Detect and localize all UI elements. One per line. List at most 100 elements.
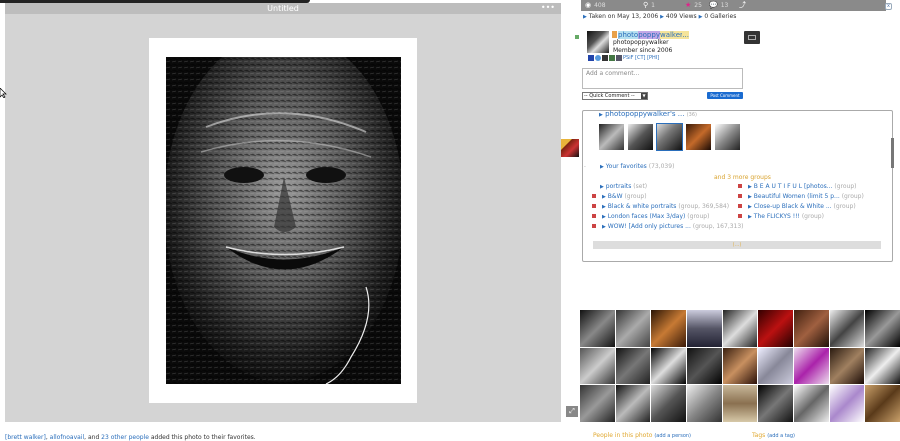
thumbnail[interactable] <box>686 124 711 150</box>
grid-thumb[interactable] <box>615 385 651 422</box>
badge-icon[interactable] <box>588 55 594 61</box>
member-since: Member since 2006 <box>613 47 673 54</box>
close-icon[interactable]: x <box>885 3 892 10</box>
group-item[interactable]: ▶ Beautiful Women (limit 5 p... (group) <box>738 193 864 200</box>
groups-expand-bar[interactable]: (...) <box>593 241 881 249</box>
add-person-link[interactable]: (add a person) <box>654 433 691 439</box>
faves-stat[interactable]: ★ 25 <box>685 0 702 11</box>
grid-thumb[interactable] <box>794 385 829 422</box>
grid-thumb[interactable] <box>865 347 900 385</box>
group-tag: (group) <box>834 183 857 190</box>
post-comment-button[interactable]: Post Comment <box>707 92 743 99</box>
photo-info-line: ▶ Taken on May 13, 2006 ▶ 409 Views ▶ 0 … <box>583 13 737 20</box>
thumbnail[interactable] <box>656 123 683 151</box>
grid-thumb[interactable] <box>580 347 615 385</box>
panel-scrollbar[interactable] <box>891 113 895 259</box>
your-favorites-link[interactable]: ▶ Your favorites (73,039) <box>600 163 674 170</box>
grid-thumb[interactable] <box>651 310 686 347</box>
grid-thumb[interactable] <box>758 385 793 422</box>
fav-suffix: added this photo to their favorites. <box>148 434 256 441</box>
grid-thumb[interactable] <box>865 385 900 422</box>
fav-user-link[interactable]: [brett walker] <box>5 434 46 441</box>
pushpin-icon: ⚲ <box>643 1 649 9</box>
photostream-title[interactable]: ▶ photopoppywalker's ... (36) <box>599 110 697 118</box>
your-favorites-count: (73,039) <box>648 163 675 170</box>
grid-thumb[interactable] <box>651 347 686 385</box>
grid-thumb[interactable] <box>829 310 865 347</box>
thumbnail[interactable] <box>599 124 624 150</box>
tags-section: Tags (add a tag) <box>752 432 795 439</box>
avatar[interactable] <box>587 31 609 53</box>
grid-thumb[interactable] <box>687 347 722 385</box>
owner-name-part: poppy <box>638 31 660 39</box>
grid-thumb[interactable] <box>580 310 615 347</box>
group-tag: (group, 369,584) <box>678 203 730 210</box>
group-item[interactable]: ▶ B E A U T I F U L [photos... (group) <box>738 183 857 190</box>
comment-icon: 💬 <box>709 1 718 9</box>
eye-icon: ◉ <box>585 1 592 9</box>
portrait-photo[interactable] <box>166 57 401 384</box>
fav-sep: , and <box>84 434 102 441</box>
grid-thumb[interactable] <box>615 347 651 385</box>
views-stat[interactable]: ◉ 408 <box>585 0 606 11</box>
group-tag: (group) <box>833 203 856 210</box>
group-item[interactable]: ▶ WOW! [Add only pictures ... (group, 16… <box>592 223 744 230</box>
grid-thumb[interactable] <box>794 310 829 347</box>
views-text: 409 Views <box>665 13 697 20</box>
badge-icon[interactable] <box>609 55 615 61</box>
group-label: portraits <box>605 183 632 190</box>
photo-stage <box>5 14 561 422</box>
grid-thumb[interactable] <box>829 385 865 422</box>
grid-thumb[interactable] <box>580 385 615 422</box>
group-item[interactable]: ▶ B&W (group) <box>592 193 647 200</box>
thumbnail[interactable] <box>715 124 740 150</box>
grid-thumb[interactable] <box>829 347 865 385</box>
quick-comment-value: -- Quick Comment -- <box>584 93 635 99</box>
pins-stat[interactable]: ⚲ 1 <box>643 0 655 11</box>
more-groups-link[interactable]: and 3 more groups <box>714 174 771 181</box>
grid-thumb[interactable] <box>865 310 900 347</box>
chevron-down-icon: ▼ <box>641 93 647 99</box>
faves-count: 25 <box>694 2 702 9</box>
mail-icon[interactable] <box>744 31 760 44</box>
badge-icon[interactable] <box>602 55 608 61</box>
grid-thumb[interactable] <box>615 310 651 347</box>
fav-others-link[interactable]: 23 other people <box>101 434 149 441</box>
grid-thumb[interactable] <box>722 347 758 385</box>
current-photo-thumb[interactable] <box>561 139 579 157</box>
grid-thumb[interactable] <box>758 347 793 385</box>
fav-user-link[interactable]: allofnoavail <box>50 434 85 441</box>
group-item[interactable]: ▶ portraits (set) <box>600 183 647 190</box>
galleries-text[interactable]: 0 Galleries <box>704 13 736 20</box>
group-item[interactable]: ▶ London faces (Max 3/day) (group) <box>592 213 709 220</box>
badge-icon[interactable] <box>595 55 601 61</box>
more-options-icon[interactable]: ••• <box>541 3 555 13</box>
badge-labels[interactable]: PSiF [CT] [PHI] <box>623 55 659 61</box>
share-icon: ⤴ <box>739 1 746 9</box>
share-stat[interactable]: ⤴ <box>739 0 749 11</box>
pins-count: 1 <box>651 2 655 9</box>
photo-viewer: Untitled ••• [brett walker], allofnoavai… <box>0 0 561 441</box>
grid-thumb[interactable] <box>794 347 829 385</box>
expand-icon[interactable]: ⤢ <box>566 406 578 417</box>
badge-icon[interactable] <box>616 55 622 61</box>
grid-thumb[interactable] <box>722 385 758 422</box>
quick-comment-select[interactable]: -- Quick Comment -- ▼ <box>582 92 648 100</box>
group-label: Close-up Black & White ... <box>753 203 832 210</box>
group-item[interactable]: ▶ The FLICKYS !!! (group) <box>738 213 824 220</box>
thumbnail[interactable] <box>628 124 653 150</box>
add-tag-link[interactable]: (add a tag) <box>767 433 795 439</box>
favorites-grid <box>580 310 900 422</box>
comment-input[interactable]: Add a comment... <box>582 68 743 89</box>
group-tag: (group) <box>841 193 864 200</box>
grid-thumb[interactable] <box>651 385 686 422</box>
group-item[interactable]: ▶ Black & white portraits (group, 369,58… <box>592 203 729 210</box>
grid-thumb[interactable] <box>687 385 722 422</box>
grid-thumb[interactable] <box>758 310 793 347</box>
grid-thumb[interactable] <box>722 310 758 347</box>
grid-thumb[interactable] <box>687 310 722 347</box>
comments-stat[interactable]: 💬 13 <box>709 0 728 11</box>
group-label: B&W <box>607 193 623 200</box>
group-item[interactable]: ▶ Close-up Black & White ... (group) <box>738 203 856 210</box>
owner-name[interactable]: photopoppywalker... <box>612 31 689 39</box>
